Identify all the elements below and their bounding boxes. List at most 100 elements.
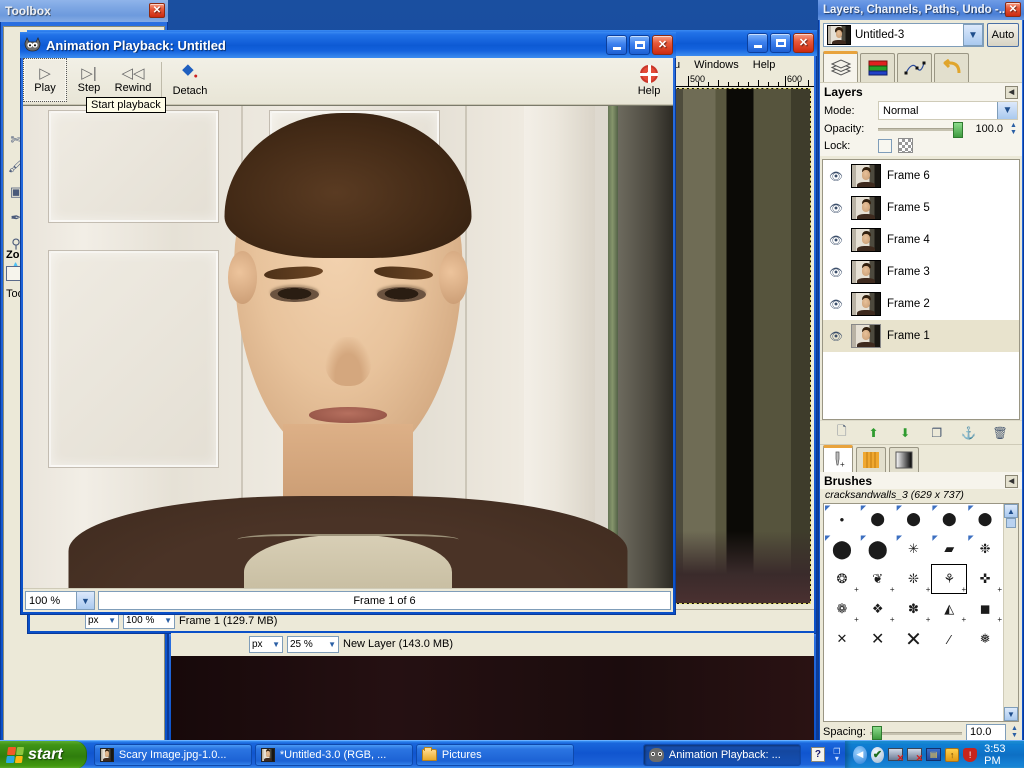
list-item[interactable]: + ◼ <box>967 594 1003 624</box>
antivirus-alert-icon[interactable]: ! <box>963 747 978 763</box>
spacing-slider[interactable] <box>869 725 962 740</box>
checkmark-icon[interactable]: ✔ <box>870 746 885 763</box>
network-disconnected-icon[interactable] <box>907 747 923 764</box>
list-item[interactable]: + ❦ <box>860 564 896 594</box>
lock-alpha-icon[interactable] <box>898 138 913 153</box>
animation-maximize-button[interactable] <box>629 35 650 55</box>
animation-canvas[interactable] <box>23 105 673 588</box>
animation-title-bar[interactable]: Animation Playback: Untitled ✕ <box>20 32 676 58</box>
spacing-stepper[interactable]: ▲ ▼ <box>1010 725 1019 739</box>
list-item[interactable]: ◤ ⬤ <box>860 504 896 534</box>
list-item[interactable]: ◤ ⬤ <box>860 534 896 564</box>
menu-item-help[interactable]: Help <box>753 59 776 71</box>
list-item[interactable]: ❅ <box>967 624 1003 654</box>
tab-channels[interactable] <box>860 53 895 82</box>
table-row[interactable]: 👁 Frame 5 <box>823 192 1019 224</box>
windows-update-icon[interactable]: ↑ <box>945 747 960 763</box>
gimp2-unit-combo[interactable]: px ▼ <box>249 635 283 653</box>
gimp1-minimize-button[interactable] <box>747 33 768 53</box>
list-item[interactable]: ◤ ✳ <box>896 534 932 564</box>
list-item[interactable]: + ✽ <box>896 594 932 624</box>
gimp2-canvas[interactable] <box>171 656 814 741</box>
collapse-icon[interactable]: ◀ <box>1005 474 1018 488</box>
list-item[interactable]: ◤ ❉ <box>967 534 1003 564</box>
list-item[interactable]: + ❂ <box>824 564 860 594</box>
brush-grid-container[interactable]: ◤ • ◤ ⬤ ◤ ⬤ ◤ ⬤ ◤ ⬤ ◤ ⬤ ◤ ⬤ ◤ ✳ ◤ ▰ ◤ ❉ + ❂ + ❦ + ❊ +… <box>823 503 1019 722</box>
help-button[interactable]: Help <box>629 59 669 103</box>
tab-paths[interactable] <box>897 53 932 82</box>
tab-patterns[interactable] <box>856 447 886 472</box>
table-row[interactable]: 👁 Frame 2 <box>823 288 1019 320</box>
list-item[interactable]: + ❊ <box>896 564 932 594</box>
toolbox-title-bar[interactable]: Toolbox ✕ <box>0 0 168 22</box>
brush-grid-scrollbar[interactable]: ▲ ▼ <box>1003 504 1018 721</box>
tab-gradients[interactable] <box>889 447 919 472</box>
slider-handle[interactable] <box>953 122 963 138</box>
dock-close-button[interactable]: ✕ <box>1005 2 1021 17</box>
list-item[interactable]: ✕ <box>824 624 860 654</box>
spacing-value[interactable]: 10.0 <box>966 723 1006 741</box>
eye-visibility-icon[interactable]: 👁 <box>827 234 845 247</box>
menu-item-windows[interactable]: Windows <box>694 59 739 71</box>
list-item[interactable]: + ❖ <box>860 594 896 624</box>
list-item[interactable]: ◤ ⬤ <box>824 534 860 564</box>
scroll-down-button[interactable]: ▼ <box>1004 707 1018 721</box>
eye-visibility-icon[interactable]: 👁 <box>827 170 845 183</box>
gimp1-close-button[interactable]: ✕ <box>793 33 814 53</box>
tab-undo[interactable] <box>934 53 969 82</box>
animation-playback-window[interactable]: Animation Playback: Untitled ✕ ▷ Play ▷|… <box>20 32 676 615</box>
table-row[interactable]: 👁 Frame 6 <box>823 160 1019 192</box>
start-button[interactable]: start <box>0 740 87 768</box>
taskbar-item-scary-image[interactable]: Scary Image.jpg-1.0... <box>93 743 252 766</box>
mode-select[interactable]: Normal ▼ <box>878 101 1018 120</box>
animation-minimize-button[interactable] <box>606 35 627 55</box>
taskbar-item-untitled-3[interactable]: *Untitled-3.0 (RGB, ... <box>254 743 413 766</box>
anchor-icon[interactable]: ⚓ <box>959 424 977 442</box>
show-desktop-icon[interactable]: ❐ ▾ <box>829 746 845 764</box>
table-row[interactable]: 👁 Frame 1 <box>823 320 1019 352</box>
zoom-combo[interactable]: 100 % ▼ <box>25 591 95 610</box>
list-item[interactable]: ◤ • <box>824 504 860 534</box>
eye-visibility-icon[interactable]: 👁 <box>827 266 845 279</box>
scrollbar-thumb[interactable] <box>1006 518 1016 528</box>
opacity-slider[interactable] <box>878 122 963 138</box>
green-up-arrow-icon[interactable]: ⬆ <box>864 424 882 442</box>
opacity-value[interactable]: 100.0 <box>969 123 1003 135</box>
image-selector[interactable]: Untitled-3 ▼ <box>823 23 984 47</box>
taskbar-item-pictures[interactable]: Pictures <box>415 743 574 766</box>
tab-brushes[interactable]: + <box>823 445 853 472</box>
gimp2-zoom-combo[interactable]: 25 % ▼ <box>287 635 339 653</box>
step-button[interactable]: ▷| Step <box>67 58 111 102</box>
chevron-left-icon[interactable]: ◀ <box>852 745 867 764</box>
detach-button[interactable]: ◆● Detach <box>168 58 212 102</box>
chevron-down-icon[interactable]: ▼ <box>76 592 94 609</box>
clock[interactable]: 3:53 PM <box>984 743 1018 767</box>
eye-visibility-icon[interactable]: 👁 <box>827 202 845 215</box>
scroll-up-button[interactable]: ▲ <box>1004 504 1018 518</box>
gimp1-canvas[interactable] <box>674 88 811 604</box>
auto-button[interactable]: Auto <box>987 23 1019 47</box>
green-down-arrow-icon[interactable]: ⬇ <box>896 424 914 442</box>
security-center-icon[interactable]: ▤ <box>926 747 942 763</box>
list-item[interactable]: ◤ ▰ <box>931 534 967 564</box>
layer-list[interactable]: 👁 Frame 6 👁 Frame 5 👁 Frame 4 👁 Frame 3 … <box>822 159 1020 420</box>
slider-handle[interactable] <box>871 725 882 740</box>
play-button[interactable]: ▷ Play <box>23 58 67 102</box>
opacity-stepper[interactable]: ▲ ▼ <box>1009 122 1018 136</box>
tool-options-swatch[interactable] <box>6 266 21 281</box>
list-item[interactable]: + ⚘ <box>931 564 968 594</box>
list-item[interactable]: ◤ ⬤ <box>896 504 932 534</box>
collapse-icon[interactable]: ◀ <box>1005 85 1018 99</box>
chevron-down-icon[interactable]: ▼ <box>963 24 983 46</box>
toolbox-close-button[interactable]: ✕ <box>149 3 165 18</box>
brush-grid[interactable]: ◤ • ◤ ⬤ ◤ ⬤ ◤ ⬤ ◤ ⬤ ◤ ⬤ ◤ ⬤ ◤ ✳ ◤ ▰ ◤ ❉ + ❂ + ❦ + ❊ +… <box>824 504 1003 721</box>
dock-title-bar[interactable]: Layers, Channels, Paths, Undo -... ✕ <box>818 0 1024 20</box>
list-item[interactable]: + ◭ <box>931 594 967 624</box>
lock-pixels-checkbox[interactable] <box>878 138 892 153</box>
gimp1-maximize-button[interactable] <box>770 33 791 53</box>
trash-icon[interactable]: 🗑 <box>991 424 1009 442</box>
duplicate-icon[interactable]: ❐ <box>928 424 946 442</box>
list-item[interactable]: ◤ ⬤ <box>967 504 1003 534</box>
eye-visibility-icon[interactable]: 👁 <box>827 330 845 343</box>
list-item[interactable]: ◤ ⬤ <box>931 504 967 534</box>
